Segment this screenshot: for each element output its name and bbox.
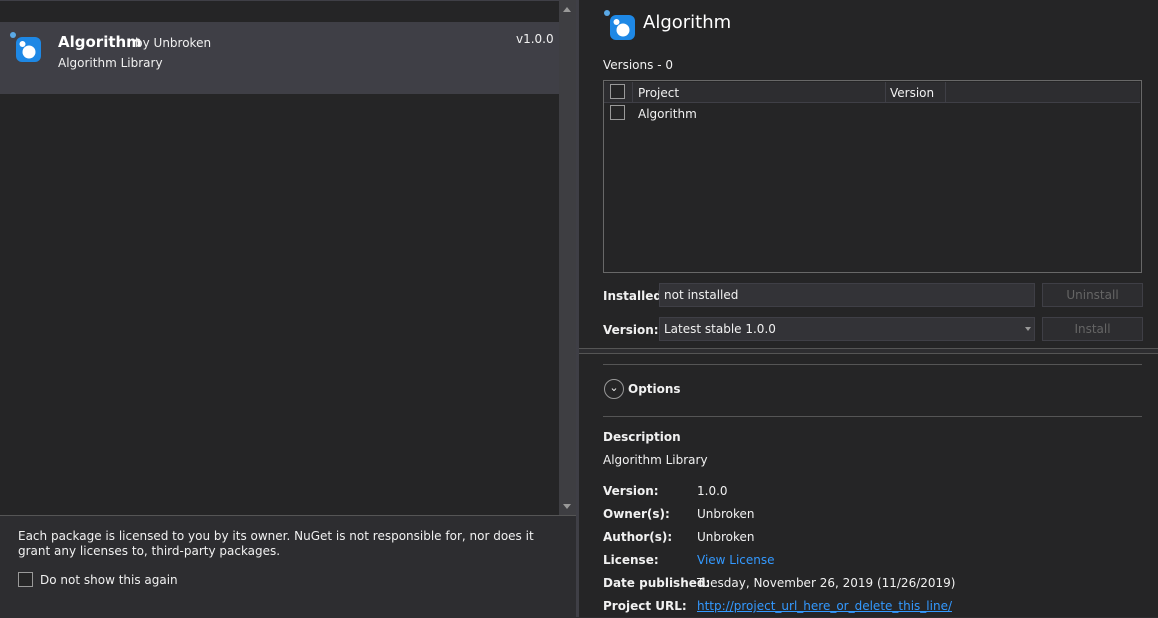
meta-url-key: Project URL: bbox=[603, 599, 687, 613]
dont-show-again-checkbox[interactable] bbox=[18, 572, 33, 587]
divider bbox=[603, 364, 1142, 365]
column-separator[interactable] bbox=[945, 82, 946, 102]
scroll-down-icon[interactable] bbox=[563, 504, 571, 509]
meta-version-key: Version: bbox=[603, 484, 659, 498]
meta-license-key: License: bbox=[603, 553, 659, 567]
meta-owners-value: Unbroken bbox=[697, 507, 755, 521]
scroll-up-icon[interactable] bbox=[563, 7, 571, 12]
horizontal-splitter[interactable] bbox=[579, 348, 1158, 354]
meta-owners-key: Owner(s): bbox=[603, 507, 670, 521]
project-table-header bbox=[604, 82, 1140, 103]
details-scrollbar[interactable] bbox=[1151, 0, 1158, 617]
divider bbox=[603, 416, 1142, 417]
project-url-link[interactable]: http://project_url_here_or_delete_this_l… bbox=[697, 599, 952, 613]
package-version: v1.0.0 bbox=[516, 32, 554, 46]
options-toggle[interactable]: Options bbox=[628, 382, 681, 396]
package-list-scrollbar[interactable] bbox=[559, 0, 576, 515]
meta-authors-key: Author(s): bbox=[603, 530, 673, 544]
package-details-title: Algorithm bbox=[643, 12, 732, 33]
version-label: Version: bbox=[603, 323, 659, 337]
project-row-checkbox[interactable] bbox=[610, 105, 625, 120]
expand-chevron-icon[interactable]: ⌄ bbox=[604, 379, 624, 399]
column-header-version[interactable]: Version bbox=[890, 86, 934, 100]
meta-date-key: Date published: bbox=[603, 576, 711, 590]
package-title: Algorithm bbox=[58, 33, 142, 51]
installed-version-field: not installed bbox=[659, 283, 1035, 307]
column-separator[interactable] bbox=[632, 82, 633, 102]
nuget-package-icon bbox=[10, 32, 41, 62]
description-text: Algorithm Library bbox=[603, 453, 708, 467]
install-button[interactable]: Install bbox=[1042, 317, 1143, 341]
meta-authors-value: Unbroken bbox=[697, 530, 755, 544]
column-header-project[interactable]: Project bbox=[638, 86, 679, 100]
project-row-name[interactable]: Algorithm bbox=[638, 107, 697, 121]
version-select[interactable]: Latest stable 1.0.0 bbox=[659, 317, 1035, 341]
versions-count-label: Versions - 0 bbox=[603, 58, 673, 72]
select-all-checkbox[interactable] bbox=[610, 84, 625, 99]
view-license-link[interactable]: View License bbox=[697, 553, 775, 567]
description-heading: Description bbox=[603, 430, 681, 444]
meta-version-value: 1.0.0 bbox=[697, 484, 728, 498]
nuget-package-icon bbox=[604, 10, 635, 40]
installed-label: Installed: bbox=[603, 289, 667, 303]
column-separator[interactable] bbox=[885, 82, 886, 102]
meta-date-value: Tuesday, November 26, 2019 (11/26/2019) bbox=[697, 576, 956, 590]
package-author: by Unbroken bbox=[135, 36, 212, 50]
chevron-down-icon[interactable] bbox=[1025, 327, 1031, 331]
package-description: Algorithm Library bbox=[58, 56, 163, 70]
dont-show-again-label[interactable]: Do not show this again bbox=[40, 573, 178, 587]
license-notice-text: Each package is licensed to you by its o… bbox=[18, 529, 534, 558]
uninstall-button[interactable]: Uninstall bbox=[1042, 283, 1143, 307]
